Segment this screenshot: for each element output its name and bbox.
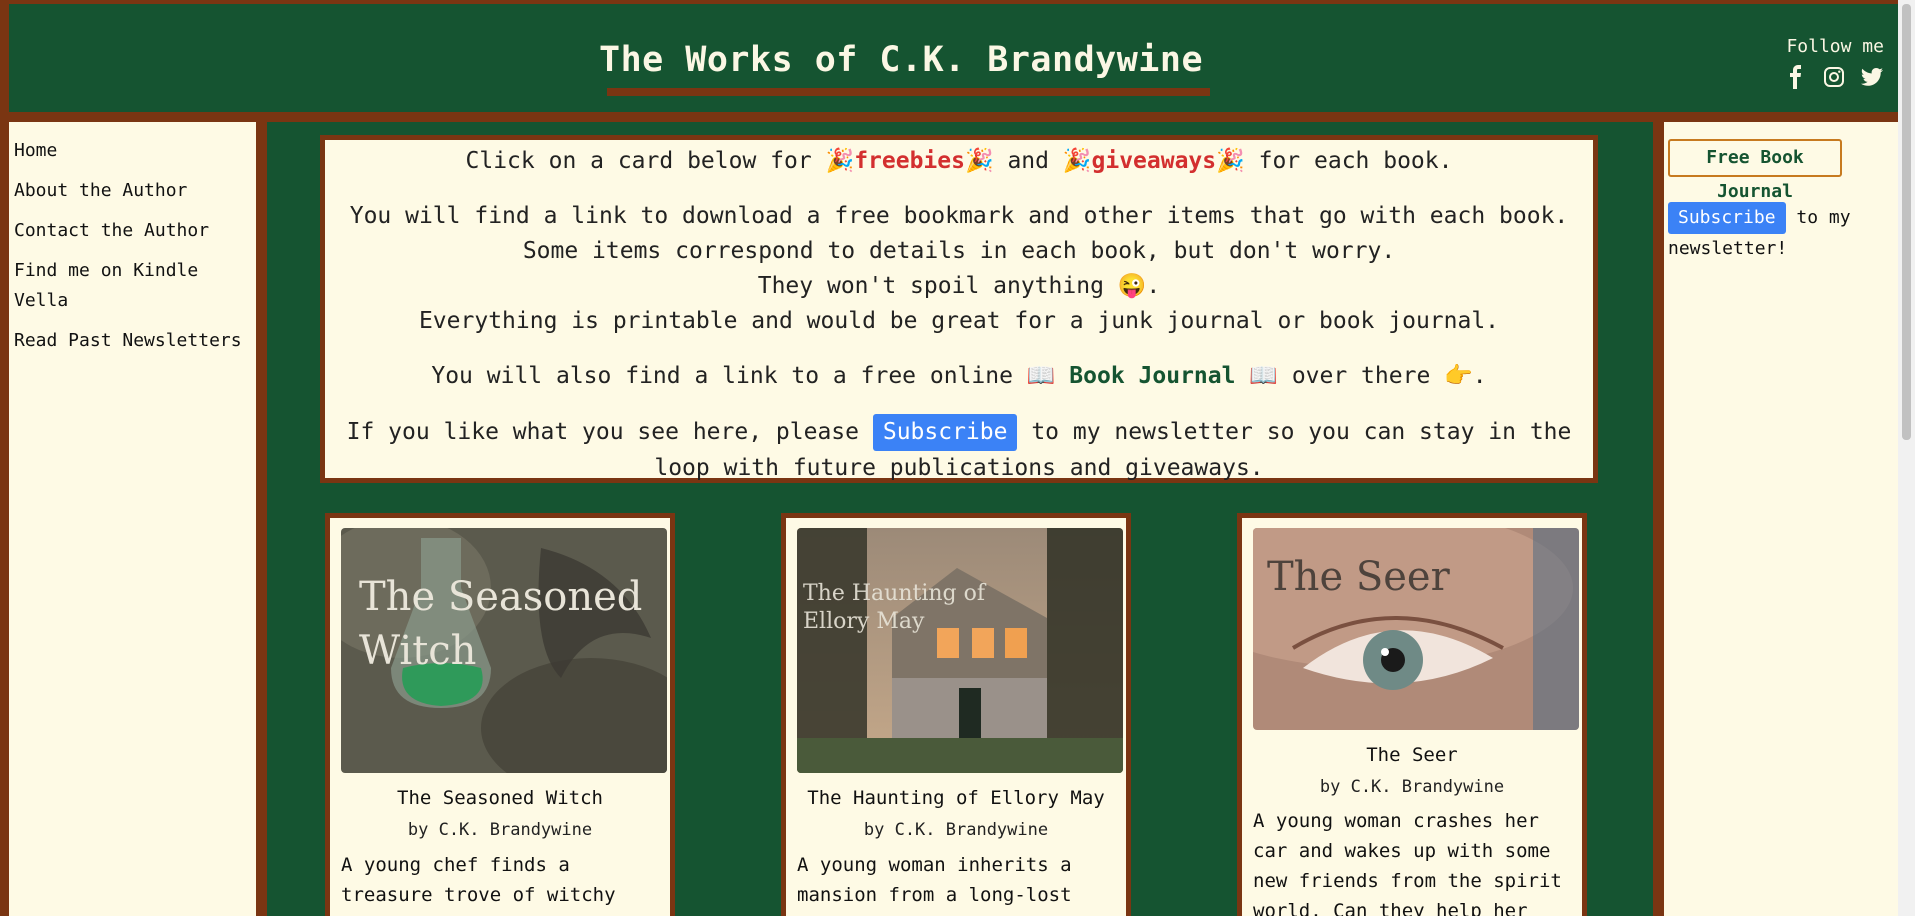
free-book-journal-button[interactable]: Free Book Journal — [1668, 139, 1842, 202]
party-icon: 🎉 — [1062, 148, 1092, 174]
freebies-text: freebies — [854, 148, 965, 174]
book-cover-haunting-ellory-may[interactable]: The Haunting of Ellory May — [797, 528, 1123, 773]
party-icon: 🎉 — [825, 148, 855, 174]
follow-me: Follow me — [1784, 36, 1884, 89]
book-cover-the-seer[interactable]: The Seer — [1253, 528, 1579, 730]
book-title: The Seasoned Witch — [397, 787, 603, 809]
subscribe-button-sidebar[interactable]: Subscribe — [1668, 202, 1786, 234]
book-description: A young woman crashes her car and wakes … — [1253, 810, 1562, 916]
page-frame: The Works of C.K. Brandywine Follow me H… — [0, 0, 1898, 916]
subscribe-line: Subscribe to my newsletter! — [1668, 202, 1883, 264]
site-header: The Works of C.K. Brandywine Follow me — [9, 4, 1898, 112]
twitter-icon[interactable] — [1860, 65, 1884, 89]
giveaways-text: giveaways — [1091, 148, 1217, 174]
book-author: by C.K. Brandywine — [407, 820, 593, 840]
cover-title: The Seer — [1267, 554, 1451, 600]
book-title: The Seer — [1366, 744, 1458, 766]
book-description: A young chef finds a treasure trove of w… — [341, 854, 616, 916]
intro-paragraph-2: You will find a link to download a free … — [349, 203, 1569, 334]
cover-title-line-2: Witch — [359, 628, 476, 674]
book-author: by C.K. Brandywine — [863, 820, 1049, 840]
intro-box: Click on a card below for 🎉freebies🎉 and… — [320, 135, 1598, 483]
book-card-the-seer[interactable]: The Seer The Seer by C.K. Brandywine A y… — [1237, 513, 1587, 916]
instagram-icon[interactable] — [1822, 65, 1846, 89]
follow-label: Follow me — [1786, 36, 1884, 57]
party-icon: 🎉 — [1216, 148, 1245, 174]
right-sidebar: Free Book Journal Subscribe to my newsle… — [1664, 122, 1898, 916]
intro-paragraph-3: You will also find a link to a free onli… — [431, 363, 1487, 389]
sidebar-item-contact-author[interactable]: Contact the Author — [14, 216, 254, 246]
scrollbar-thumb[interactable] — [1902, 4, 1911, 440]
sidebar-item-about-author[interactable]: About the Author — [14, 176, 254, 206]
sidebar-item-kindle-vella[interactable]: Find me on Kindle Vella — [14, 256, 254, 316]
main-content: Click on a card below for 🎉freebies🎉 and… — [267, 122, 1653, 916]
open-book-icon: 📖 — [1249, 363, 1278, 389]
facebook-icon[interactable] — [1784, 65, 1808, 89]
intro-line-1: Click on a card below for 🎉freebies🎉 and… — [465, 148, 1453, 174]
cover-title-line-2: Ellory May — [803, 609, 925, 634]
cover-title-line-1: The Haunting of — [803, 581, 987, 606]
intro-paragraph-4: If you like what you see here, please Su… — [325, 414, 1593, 486]
subscribe-button[interactable]: Subscribe — [872, 414, 1018, 451]
book-journal-link[interactable]: Book Journal — [1069, 363, 1235, 389]
book-description: A young woman inherits a mansion from a … — [797, 854, 1072, 906]
cover-title-line-1: The Seasoned — [359, 574, 642, 620]
book-card-haunting-ellory-may[interactable]: The Haunting of Ellory May The Haunting … — [781, 513, 1131, 916]
book-title: The Haunting of Ellory May — [807, 787, 1105, 809]
title-underline — [607, 88, 1210, 96]
open-book-icon: 📖 — [1026, 363, 1056, 389]
page-scrollbar[interactable] — [1898, 0, 1915, 916]
book-card-seasoned-witch[interactable]: The Seasoned Witch The Seasoned Witch by… — [325, 513, 675, 916]
book-author: by C.K. Brandywine — [1319, 777, 1505, 797]
party-icon: 🎉 — [964, 148, 994, 174]
sidebar-item-home[interactable]: Home — [14, 136, 254, 166]
sidebar-nav: Home About the Author Contact the Author… — [9, 122, 256, 916]
sidebar-item-past-newsletters[interactable]: Read Past Newsletters — [14, 326, 254, 356]
book-cover-seasoned-witch[interactable]: The Seasoned Witch — [341, 528, 667, 773]
site-title: The Works of C.K. Brandywine — [599, 40, 1204, 80]
